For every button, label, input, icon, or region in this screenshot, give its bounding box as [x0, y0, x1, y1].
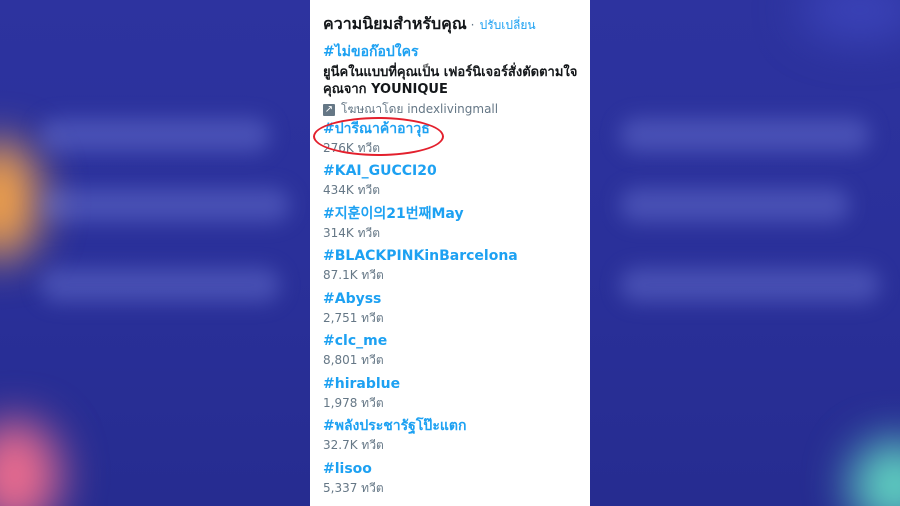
trend-item[interactable]: #พลังประชารัฐโป๊ะแตก 32.7K ทวีต	[323, 418, 590, 461]
blurred-bar	[620, 188, 850, 222]
blurred-orange-shape	[0, 140, 40, 260]
trend-count: 1,978 ทวีต	[323, 396, 384, 410]
promoted-trend[interactable]: #ไม่ขอก๊อปใคร ยูนีคในแบบที่คุณเป็น เฟอร์…	[323, 44, 590, 121]
trend-count: 2,751 ทวีต	[323, 311, 384, 325]
trend-tag[interactable]: #KAI_GUCCI20	[323, 163, 590, 180]
blurred-bar	[40, 268, 280, 302]
trend-item[interactable]: #Abyss 2,751 ทวีต	[323, 291, 590, 333]
trends-title: ความนิยมสำหรับคุณ	[323, 14, 467, 33]
trend-tag[interactable]: #พลังประชารัฐโป๊ะแตก	[323, 418, 590, 435]
trend-tag[interactable]: #hirablue	[323, 376, 590, 393]
trend-item[interactable]: #BLACKPINKinBarcelona 87.1K ทวีต	[323, 248, 590, 291]
trend-item[interactable]: #hirablue 1,978 ทวีต	[323, 376, 590, 418]
trend-count: 276K ทวีต	[323, 141, 381, 155]
blurred-blue-shape	[800, 0, 900, 40]
trend-count: 32.7K ทวีต	[323, 438, 384, 452]
trends-panel: ความนิยมสำหรับคุณ · ปรับเปลี่ยน #ไม่ขอก๊อ…	[310, 0, 590, 506]
trend-count: 434K ทวีต	[323, 183, 381, 197]
trend-tag[interactable]: #지훈이의21번째May	[323, 206, 590, 223]
trend-item[interactable]: #lisoo 5,337 ทวีต	[323, 461, 590, 503]
promoted-trend-description: ยูนีคในแบบที่คุณเป็น เฟอร์นิเจอร์สั่งตัด…	[323, 65, 578, 97]
trend-tag[interactable]: #ปารีณาค้าอาวุธ	[323, 121, 590, 138]
change-trends-link[interactable]: ปรับเปลี่ยน	[480, 18, 536, 32]
trends-header: ความนิยมสำหรับคุณ · ปรับเปลี่ยน	[323, 12, 590, 44]
separator-dot: ·	[470, 18, 475, 32]
promoted-arrow-icon: ↗	[323, 103, 335, 116]
trend-tag[interactable]: #BLACKPINKinBarcelona	[323, 248, 590, 265]
trend-item[interactable]: #ปารีณาค้าอาวุธ 276K ทวีต	[323, 121, 590, 163]
trend-count: 314K ทวีต	[323, 226, 381, 240]
promoted-by-row: ↗ โฆษณาโดย indexlivingmall	[323, 100, 590, 119]
trend-item[interactable]: #clc_me 8,801 ทวีต	[323, 333, 590, 376]
trend-tag[interactable]: #clc_me	[323, 333, 590, 350]
trend-item[interactable]: #KAI_GUCCI20 434K ทวีต	[323, 163, 590, 206]
blurred-bar	[40, 118, 270, 152]
trend-count: 5,337 ทวีต	[323, 481, 384, 495]
blurred-teal-shape	[850, 440, 900, 506]
trend-tag[interactable]: #lisoo	[323, 461, 590, 478]
trend-count: 87.1K ทวีต	[323, 268, 384, 282]
trend-count: 8,801 ทวีต	[323, 353, 384, 367]
trend-tag[interactable]: #Abyss	[323, 291, 590, 308]
blurred-bar	[40, 188, 290, 222]
promoted-trend-tag[interactable]: #ไม่ขอก๊อปใคร	[323, 44, 590, 61]
blurred-bar	[620, 268, 880, 302]
blurred-bar	[620, 118, 870, 152]
promoted-by-label: โฆษณาโดย indexlivingmall	[341, 102, 499, 116]
trend-item[interactable]: #지훈이의21번째May 314K ทวีต	[323, 206, 590, 248]
blurred-pink-shape	[0, 420, 60, 506]
